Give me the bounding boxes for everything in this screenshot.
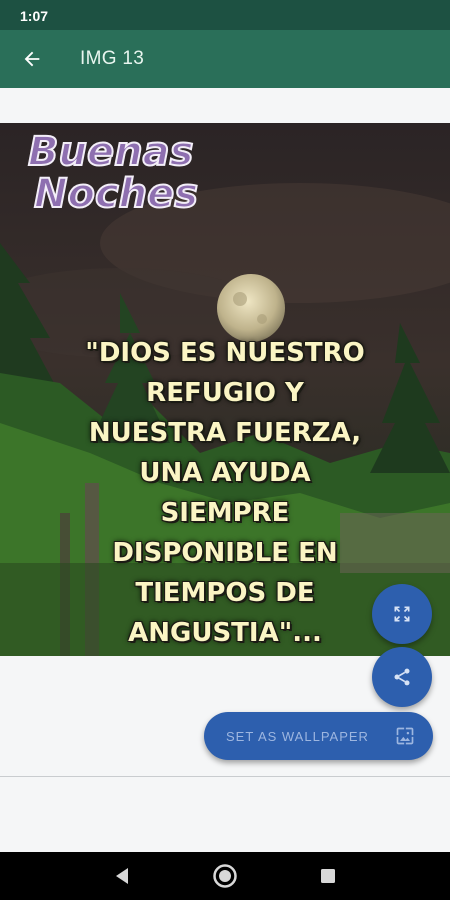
system-navigation-bar <box>0 852 450 900</box>
greeting-title: Buenas Noches <box>27 129 199 217</box>
back-button[interactable] <box>0 30 64 88</box>
page-title: IMG 13 <box>80 48 145 69</box>
bottom-blank-area <box>0 777 450 852</box>
status-bar: 1:07 <box>0 0 450 30</box>
set-as-wallpaper-label: SET AS WALLPAPER <box>226 728 369 744</box>
fullscreen-button[interactable] <box>372 584 432 644</box>
greeting-line-2: Noches <box>33 171 199 217</box>
nav-back-icon <box>115 868 128 884</box>
greeting-line-1: Buenas <box>27 129 194 175</box>
nav-recents-button[interactable] <box>308 856 348 896</box>
arrow-back-icon <box>24 51 40 67</box>
fullscreen-icon <box>394 606 410 622</box>
nav-home-button[interactable] <box>205 856 245 896</box>
set-as-wallpaper-button[interactable]: SET AS WALLPAPER <box>204 712 433 760</box>
image-viewer-screen: 1:07 IMG 13 Buenas Noches "DIOS ES NUEST… <box>0 0 450 900</box>
nav-home-icon <box>213 864 237 888</box>
app-bar: IMG 13 <box>0 30 450 88</box>
nav-recents-icon <box>321 869 336 883</box>
quote-text: "DIOS ES NUESTRO REFUGIO Y NUESTRA FUERZ… <box>85 338 365 648</box>
share-button[interactable] <box>372 647 432 707</box>
status-time: 1:07 <box>20 8 49 24</box>
wallpaper-icon <box>396 727 414 745</box>
nav-back-button[interactable] <box>102 856 142 896</box>
share-icon <box>394 668 410 686</box>
greeting-image: Buenas Noches "DIOS ES NUESTRO REFUGIO Y… <box>0 123 450 656</box>
